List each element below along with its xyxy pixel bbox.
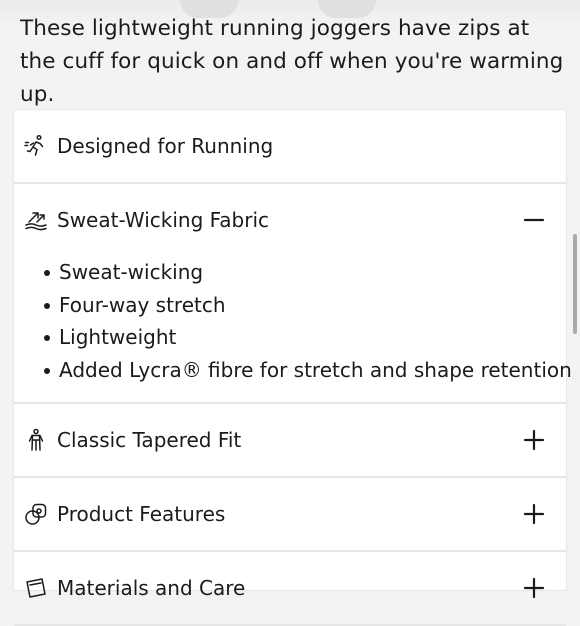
accordion-title: Product Features bbox=[57, 502, 226, 526]
sweat-wicking-icon bbox=[24, 208, 48, 232]
product-description: These lightweight running joggers have z… bbox=[20, 16, 564, 107]
product-features-icon bbox=[24, 502, 48, 526]
list-item: Added Lycra® fibre for stretch and shape… bbox=[43, 354, 572, 387]
accordion-item-product-features: Product Features bbox=[14, 478, 566, 552]
accordion-item-materials-and-care: Materials and Care bbox=[14, 552, 566, 626]
accordion-header-sweat-wicking-fabric[interactable]: Sweat-Wicking Fabric bbox=[14, 184, 566, 256]
tapered-fit-icon bbox=[24, 428, 48, 452]
accordion-title: Sweat-Wicking Fabric bbox=[57, 208, 270, 232]
collapse-minus-icon[interactable] bbox=[522, 208, 546, 232]
feature-bullet-list: Sweat-wicking Four-way stretch Lightweig… bbox=[43, 256, 572, 387]
runner-icon bbox=[24, 134, 48, 158]
accordion-item-classic-tapered-fit: Classic Tapered Fit bbox=[14, 404, 566, 478]
list-item: Lightweight bbox=[43, 321, 566, 354]
accordion-title: Materials and Care bbox=[57, 576, 246, 600]
list-item: Sweat-wicking bbox=[43, 256, 566, 289]
accordion-header-product-features[interactable]: Product Features bbox=[14, 478, 566, 550]
expand-plus-icon[interactable] bbox=[522, 502, 546, 526]
accordion-item-designed-for-running: Designed for Running bbox=[14, 110, 566, 184]
accordion-body-sweat-wicking-fabric: Sweat-wicking Four-way stretch Lightweig… bbox=[14, 256, 572, 398]
accordion-item-sweat-wicking-fabric: Sweat-Wicking Fabric Sweat-wicking Four-… bbox=[14, 184, 572, 404]
expand-plus-icon[interactable] bbox=[522, 428, 546, 452]
accordion-header-designed-for-running[interactable]: Designed for Running bbox=[14, 110, 566, 182]
accordion-title: Designed for Running bbox=[57, 134, 274, 158]
list-item: Four-way stretch bbox=[43, 289, 566, 322]
product-details-accordion: Designed for Running Sweat-Wicking Fabri… bbox=[14, 110, 572, 626]
accordion-header-materials-and-care[interactable]: Materials and Care bbox=[14, 552, 566, 624]
accordion-title: Classic Tapered Fit bbox=[57, 428, 242, 452]
scrollbar-thumb[interactable] bbox=[573, 234, 577, 334]
accordion-header-classic-tapered-fit[interactable]: Classic Tapered Fit bbox=[14, 404, 566, 476]
